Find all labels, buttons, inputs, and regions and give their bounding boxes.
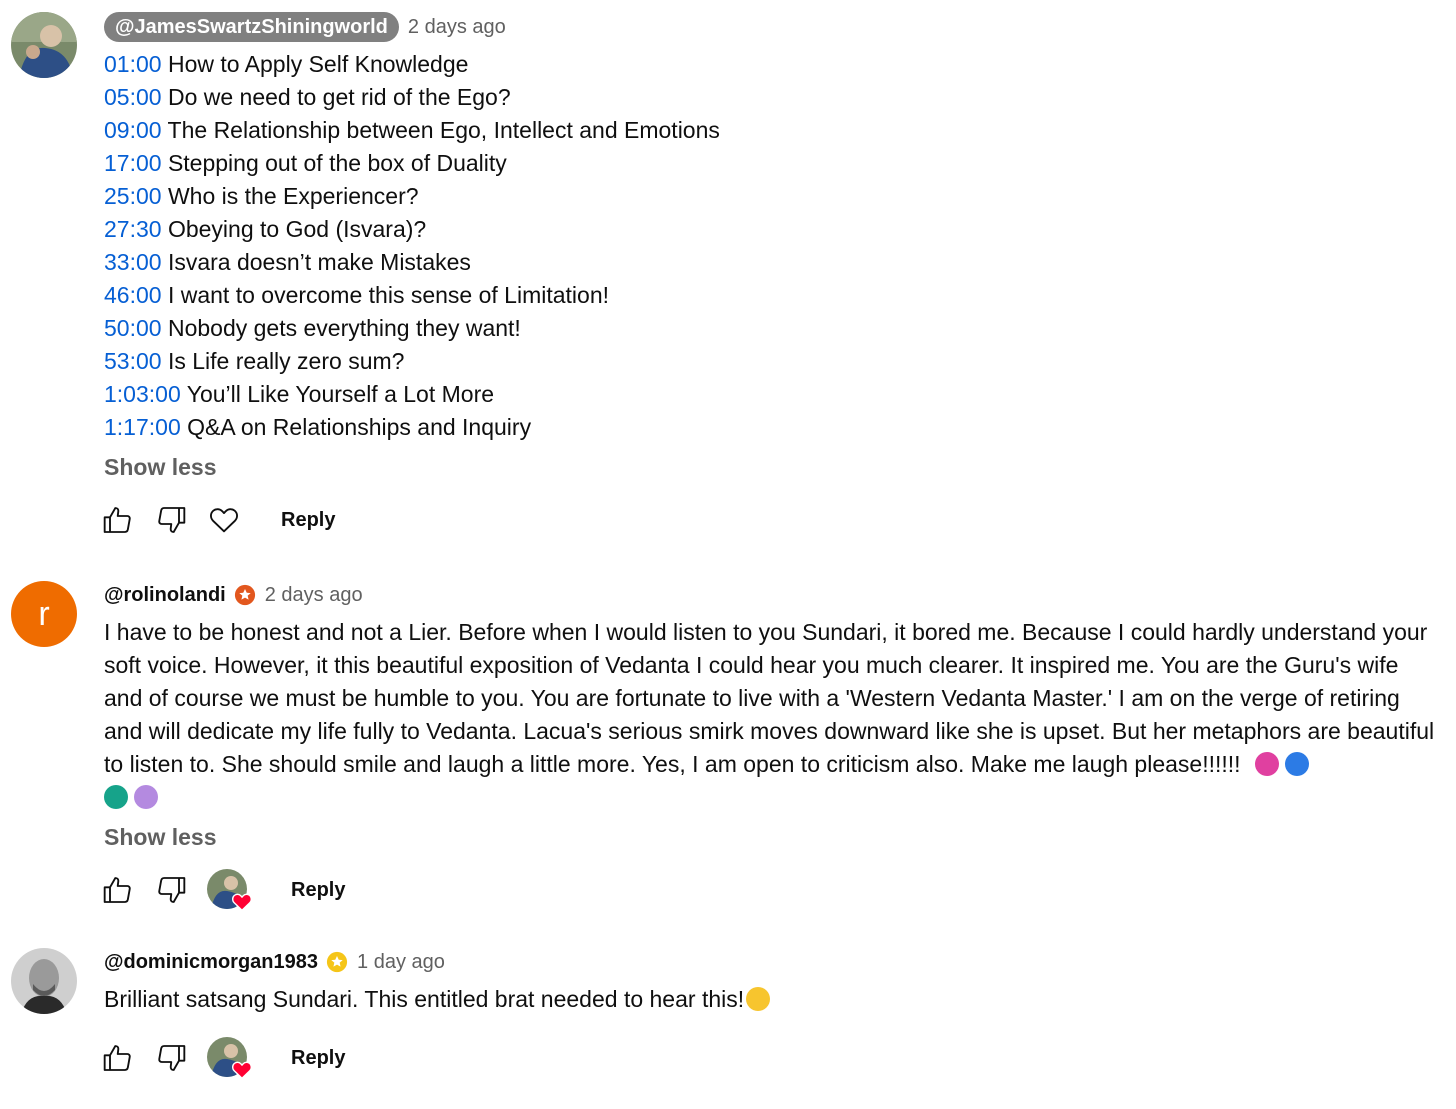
comment-timestamp[interactable]: 2 days ago [408,16,506,39]
member-badge-icon [326,951,348,973]
chapter-timestamp-link[interactable]: 05:00 [104,84,162,110]
thumbs-down-icon [158,1045,186,1071]
pile-of-poo-emoji [1254,752,1279,776]
laughing-tears-emoji [746,987,771,1011]
like-button[interactable] [101,1041,135,1075]
comment-text: I have to be honest and not a Lier. Befo… [104,616,1438,814]
like-button[interactable] [101,873,135,907]
chapter-timestamp-link[interactable]: 50:00 [104,315,162,341]
thumbs-up-icon [103,507,131,533]
chapter-title: Isvara doesn’t make Mistakes [167,249,471,275]
chapter-row: 01:00 How to Apply Self Knowledge [104,48,1438,81]
chapter-timestamp-link[interactable]: 46:00 [104,282,162,308]
chapter-timestamp-link[interactable]: 09:00 [104,117,162,143]
reply-button[interactable]: Reply [291,1047,345,1070]
chapter-timestamp-link[interactable]: 1:03:00 [104,381,181,407]
reply-button[interactable]: Reply [281,509,335,532]
dislike-button[interactable] [154,503,188,537]
creator-heart-badge [207,869,253,912]
heart-button[interactable] [207,503,241,537]
chapter-title: Stepping out of the box of Duality [167,150,507,176]
blue-spirit-emoji [1284,752,1309,776]
chapter-title: I want to overcome this sense of Limitat… [167,282,609,308]
chapter-row: 25:00 Who is the Experiencer? [104,180,1438,213]
like-button[interactable] [101,503,135,537]
comment-timestamp[interactable]: 2 days ago [265,584,363,607]
chapter-timestamp-link[interactable]: 27:30 [104,216,162,242]
dislike-button[interactable] [154,873,188,907]
chapter-list: 01:00 How to Apply Self Knowledge 05:00 D… [104,48,1438,444]
chapter-row: 27:30 Obeying to God (Isvara)? [104,213,1438,246]
avatar[interactable]: r [11,581,77,647]
avatar-letter: r [38,594,50,633]
comment-body: Brilliant satsang Sundari. This entitled… [104,986,745,1012]
show-less-button[interactable]: Show less [104,822,1438,852]
heart-icon [231,893,253,912]
chapter-row: 46:00 I want to overcome this sense of L… [104,279,1438,312]
chapter-timestamp-link[interactable]: 17:00 [104,150,162,176]
avatar[interactable] [11,12,77,78]
chapter-title: Q&A on Relationships and Inquiry [187,414,532,440]
chapter-title: The Relationship between Ego, Intellect … [167,117,720,143]
chapter-row: 05:00 Do we need to get rid of the Ego? [104,81,1438,114]
chapter-timestamp-link[interactable]: 01:00 [104,51,162,77]
chapter-timestamp-link[interactable]: 53:00 [104,348,162,374]
chapter-title: Is Life really zero sum? [167,348,405,374]
chapter-row: 53:00 Is Life really zero sum? [104,345,1438,378]
heart-icon [231,1061,253,1080]
chapter-title: Nobody gets everything they want! [167,315,521,341]
reply-button[interactable]: Reply [291,879,345,902]
author-photo [11,948,77,1014]
show-less-button[interactable]: Show less [104,452,1438,482]
chapter-timestamp-link[interactable]: 25:00 [104,183,162,209]
thumbs-up-icon [103,877,131,903]
comments-section: @JamesSwartzShiningworld 2 days ago 01:0… [0,0,1456,1109]
ghost-emoji [134,785,158,809]
author-name[interactable]: @rolinolandi [104,584,226,607]
chapter-title: How to Apply Self Knowledge [167,51,469,77]
heart-icon [210,508,238,533]
chapter-row: 50:00 Nobody gets everything they want! [104,312,1438,345]
comment-text: Brilliant satsang Sundari. This entitled… [104,983,1438,1016]
chapter-row: 33:00 Isvara doesn’t make Mistakes [104,246,1438,279]
comment-body: I have to be honest and not a Lier. Befo… [104,619,1435,777]
creator-heart-badge [207,1037,253,1080]
chapter-row: 1:03:00 You’ll Like Yourself a Lot More [104,378,1438,411]
chapter-row: 17:00 Stepping out of the box of Duality [104,147,1438,180]
dislike-button[interactable] [154,1041,188,1075]
chapter-title: Do we need to get rid of the Ego? [167,84,511,110]
chapter-timestamp-link[interactable]: 1:17:00 [104,414,181,440]
thumbs-down-icon [158,507,186,533]
chapter-timestamp-link[interactable]: 33:00 [104,249,162,275]
chapter-row: 09:00 The Relationship between Ego, Inte… [104,114,1438,147]
chapter-row: 1:17:00 Q&A on Relationships and Inquiry [104,411,1438,444]
author-name[interactable]: @dominicmorgan1983 [104,951,318,974]
chapter-title: Obeying to God (Isvara)? [167,216,427,242]
family-emoji [104,785,128,809]
comment-timestamp[interactable]: 1 day ago [357,951,445,974]
chapter-title: Who is the Experiencer? [167,183,419,209]
author-photo [11,12,77,78]
thumbs-up-icon [103,1045,131,1071]
avatar[interactable] [11,948,77,1014]
thumbs-down-icon [158,877,186,903]
member-badge-icon [234,584,255,606]
author-name[interactable]: @JamesSwartzShiningworld [104,12,399,42]
chapter-title: You’ll Like Yourself a Lot More [186,381,495,407]
